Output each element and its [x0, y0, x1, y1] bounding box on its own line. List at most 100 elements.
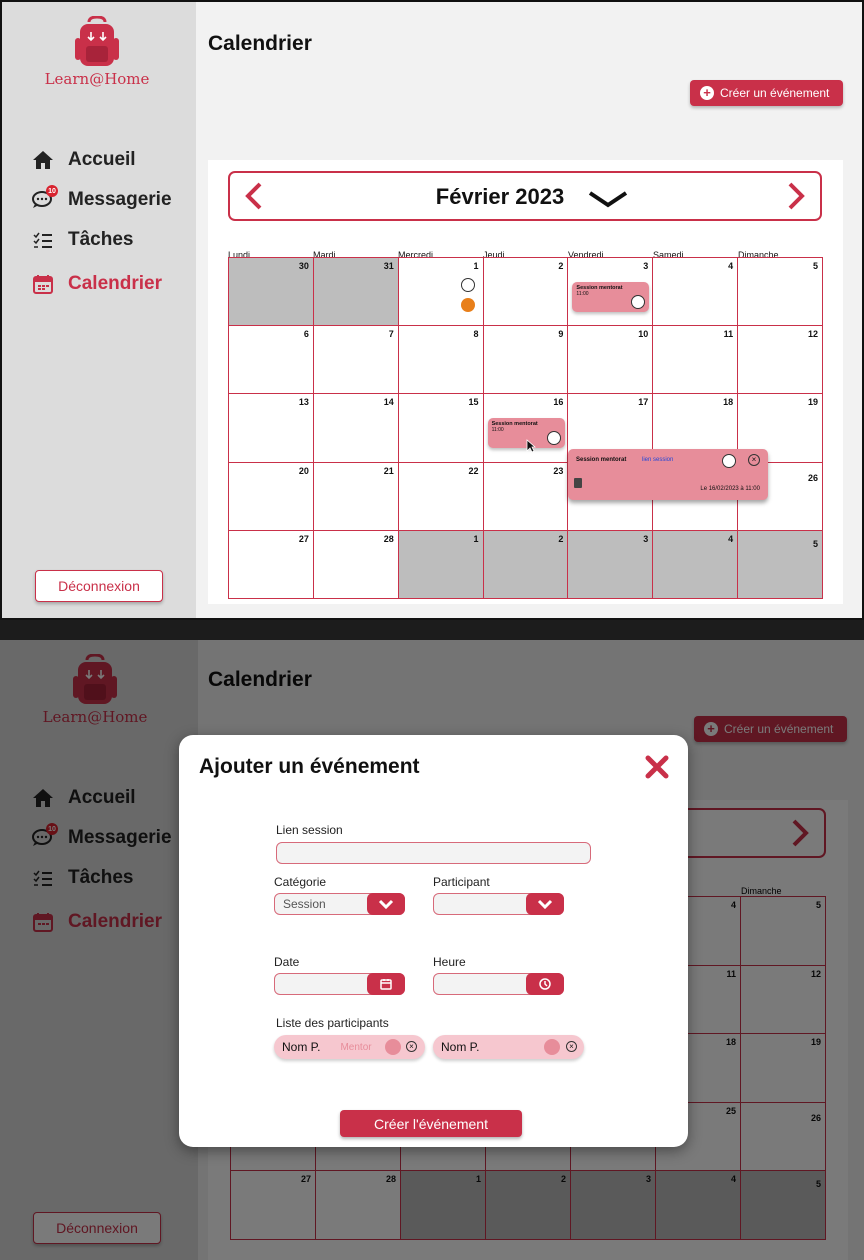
day-cell[interactable]: 8	[398, 326, 484, 395]
popup-date: Le 16/02/2023 à 11:00	[700, 486, 760, 492]
day-cell[interactable]: 14	[313, 394, 399, 463]
day-cell[interactable]: 9	[483, 326, 569, 395]
calendar-icon	[28, 272, 58, 296]
day-cell[interactable]: 21	[313, 462, 399, 531]
chevron-right-icon	[788, 182, 805, 210]
calendar-panel: Février 2023 Lundi Mardi Mercredi Jeudi …	[208, 160, 843, 604]
day-cell[interactable]: 11	[653, 326, 739, 395]
day-number: 15	[468, 397, 479, 408]
day-cell[interactable]: 15	[398, 394, 484, 463]
chevron-down-icon[interactable]	[586, 187, 630, 216]
sidebar-item-taches[interactable]: Tâches	[28, 220, 172, 260]
participant-chip[interactable]: Nom P. Mentor ×	[274, 1035, 425, 1059]
submit-event-button[interactable]: Créer l'événement	[340, 1110, 522, 1137]
day-cell[interactable]: 12	[738, 326, 823, 395]
day-cell[interactable]: 5	[738, 530, 823, 599]
tasks-icon	[28, 228, 58, 252]
month-label[interactable]: Février 2023	[230, 184, 820, 210]
logo: Learn@Home	[42, 15, 152, 88]
day-number: 14	[383, 397, 394, 408]
remove-icon[interactable]: ×	[566, 1041, 577, 1052]
sidebar-item-label: Accueil	[68, 149, 136, 170]
lien-session-label: Lien session	[276, 823, 343, 837]
session-link[interactable]: lien session	[642, 457, 673, 463]
day-number: 23	[553, 465, 564, 476]
heure-input[interactable]	[433, 973, 564, 995]
day-cell[interactable]: 5	[738, 258, 823, 327]
avatar	[546, 431, 561, 446]
day-cell[interactable]: 3	[568, 530, 654, 599]
day-number: 28	[383, 533, 394, 544]
day-cell[interactable]: 6	[229, 326, 314, 395]
day-cell[interactable]: 23	[483, 462, 569, 531]
user-avatar-icon	[385, 1039, 401, 1055]
day-number: 20	[298, 465, 309, 476]
user-avatar-icon[interactable]	[460, 278, 475, 292]
logout-button[interactable]: Déconnexion	[35, 570, 163, 602]
day-cell[interactable]: 13	[229, 394, 314, 463]
day-cell[interactable]: 30	[229, 258, 314, 327]
day-cell[interactable]: 4	[653, 258, 739, 327]
event-card[interactable]: Session mentorat 11:00	[572, 282, 650, 312]
categorie-label: Catégorie	[274, 875, 327, 889]
calendar-grid: 30 31 1 2 3 Session mentorat 11:00 4 5 6…	[228, 257, 823, 599]
day-cell[interactable]: 31	[313, 258, 399, 327]
day-number: 1	[473, 533, 479, 544]
group-icon[interactable]	[460, 298, 475, 312]
sidebar-nav: Accueil 10 Messagerie Tâches Calendrier	[28, 140, 172, 304]
sidebar-item-messagerie[interactable]: 10 Messagerie	[28, 180, 172, 220]
day-number: 26	[807, 472, 818, 483]
day-cell[interactable]: 2	[483, 258, 569, 327]
day-cell[interactable]: 27	[229, 530, 314, 599]
chevron-down-icon[interactable]	[526, 893, 564, 915]
day-cell[interactable]: 3 Session mentorat 11:00	[568, 258, 654, 327]
sidebar-item-label: Calendrier	[68, 273, 162, 294]
create-event-label: Créer un événement	[720, 86, 830, 100]
next-month-button[interactable]	[780, 181, 810, 211]
lien-session-input[interactable]	[276, 842, 591, 864]
day-number: 2	[558, 261, 564, 271]
close-icon[interactable]: ×	[748, 454, 760, 466]
sidebar: Learn@Home Accueil 10 Messagerie Tâches …	[2, 2, 196, 618]
create-event-button[interactable]: + Créer un événement	[690, 80, 843, 106]
day-cell[interactable]: 28	[313, 530, 399, 599]
day-cell[interactable]: 20	[229, 462, 314, 531]
categorie-select[interactable]: Session	[274, 893, 405, 915]
day-cell[interactable]: 2	[483, 530, 569, 599]
day-number: 30	[298, 261, 309, 271]
day-number: 31	[383, 261, 394, 271]
chevron-down-icon[interactable]	[367, 893, 405, 915]
categorie-value: Session	[283, 897, 326, 911]
day-number: 10	[638, 329, 649, 340]
sidebar-item-accueil[interactable]: Accueil	[28, 140, 172, 180]
day-number: 3	[643, 533, 649, 544]
date-input[interactable]	[274, 973, 405, 995]
calendar-screen: Learn@Home Accueil 10 Messagerie Tâches …	[0, 0, 864, 620]
day-number: 4	[728, 533, 734, 544]
participant-chip[interactable]: Nom P. ×	[433, 1035, 584, 1059]
day-number: 27	[298, 533, 309, 544]
participant-label: Participant	[433, 875, 490, 889]
day-number: 11	[723, 329, 734, 340]
liste-participants-label: Liste des participants	[276, 1016, 389, 1030]
day-number: 8	[473, 329, 479, 340]
calendar-icon[interactable]	[367, 973, 405, 995]
day-cell[interactable]: 7	[313, 326, 399, 395]
participant-select[interactable]	[433, 893, 564, 915]
add-event-modal: Ajouter un événement Lien session Catégo…	[179, 735, 688, 1147]
clock-icon[interactable]	[526, 973, 564, 995]
day-cell[interactable]: 1	[398, 258, 484, 327]
sidebar-item-calendrier[interactable]: Calendrier	[28, 264, 172, 304]
day-cell[interactable]: 4	[653, 530, 739, 599]
day-cell[interactable]: 10	[568, 326, 654, 395]
trash-icon[interactable]	[574, 478, 582, 488]
remove-icon[interactable]: ×	[406, 1041, 417, 1052]
close-icon[interactable]	[643, 753, 671, 781]
day-cell[interactable]: 1	[398, 530, 484, 599]
day-cell[interactable]: 22	[398, 462, 484, 531]
user-avatar-icon	[544, 1039, 560, 1055]
day-number: 6	[303, 329, 309, 340]
day-number: 22	[468, 465, 479, 476]
heure-label: Heure	[433, 955, 466, 969]
chip-name: Nom P.	[441, 1040, 480, 1054]
